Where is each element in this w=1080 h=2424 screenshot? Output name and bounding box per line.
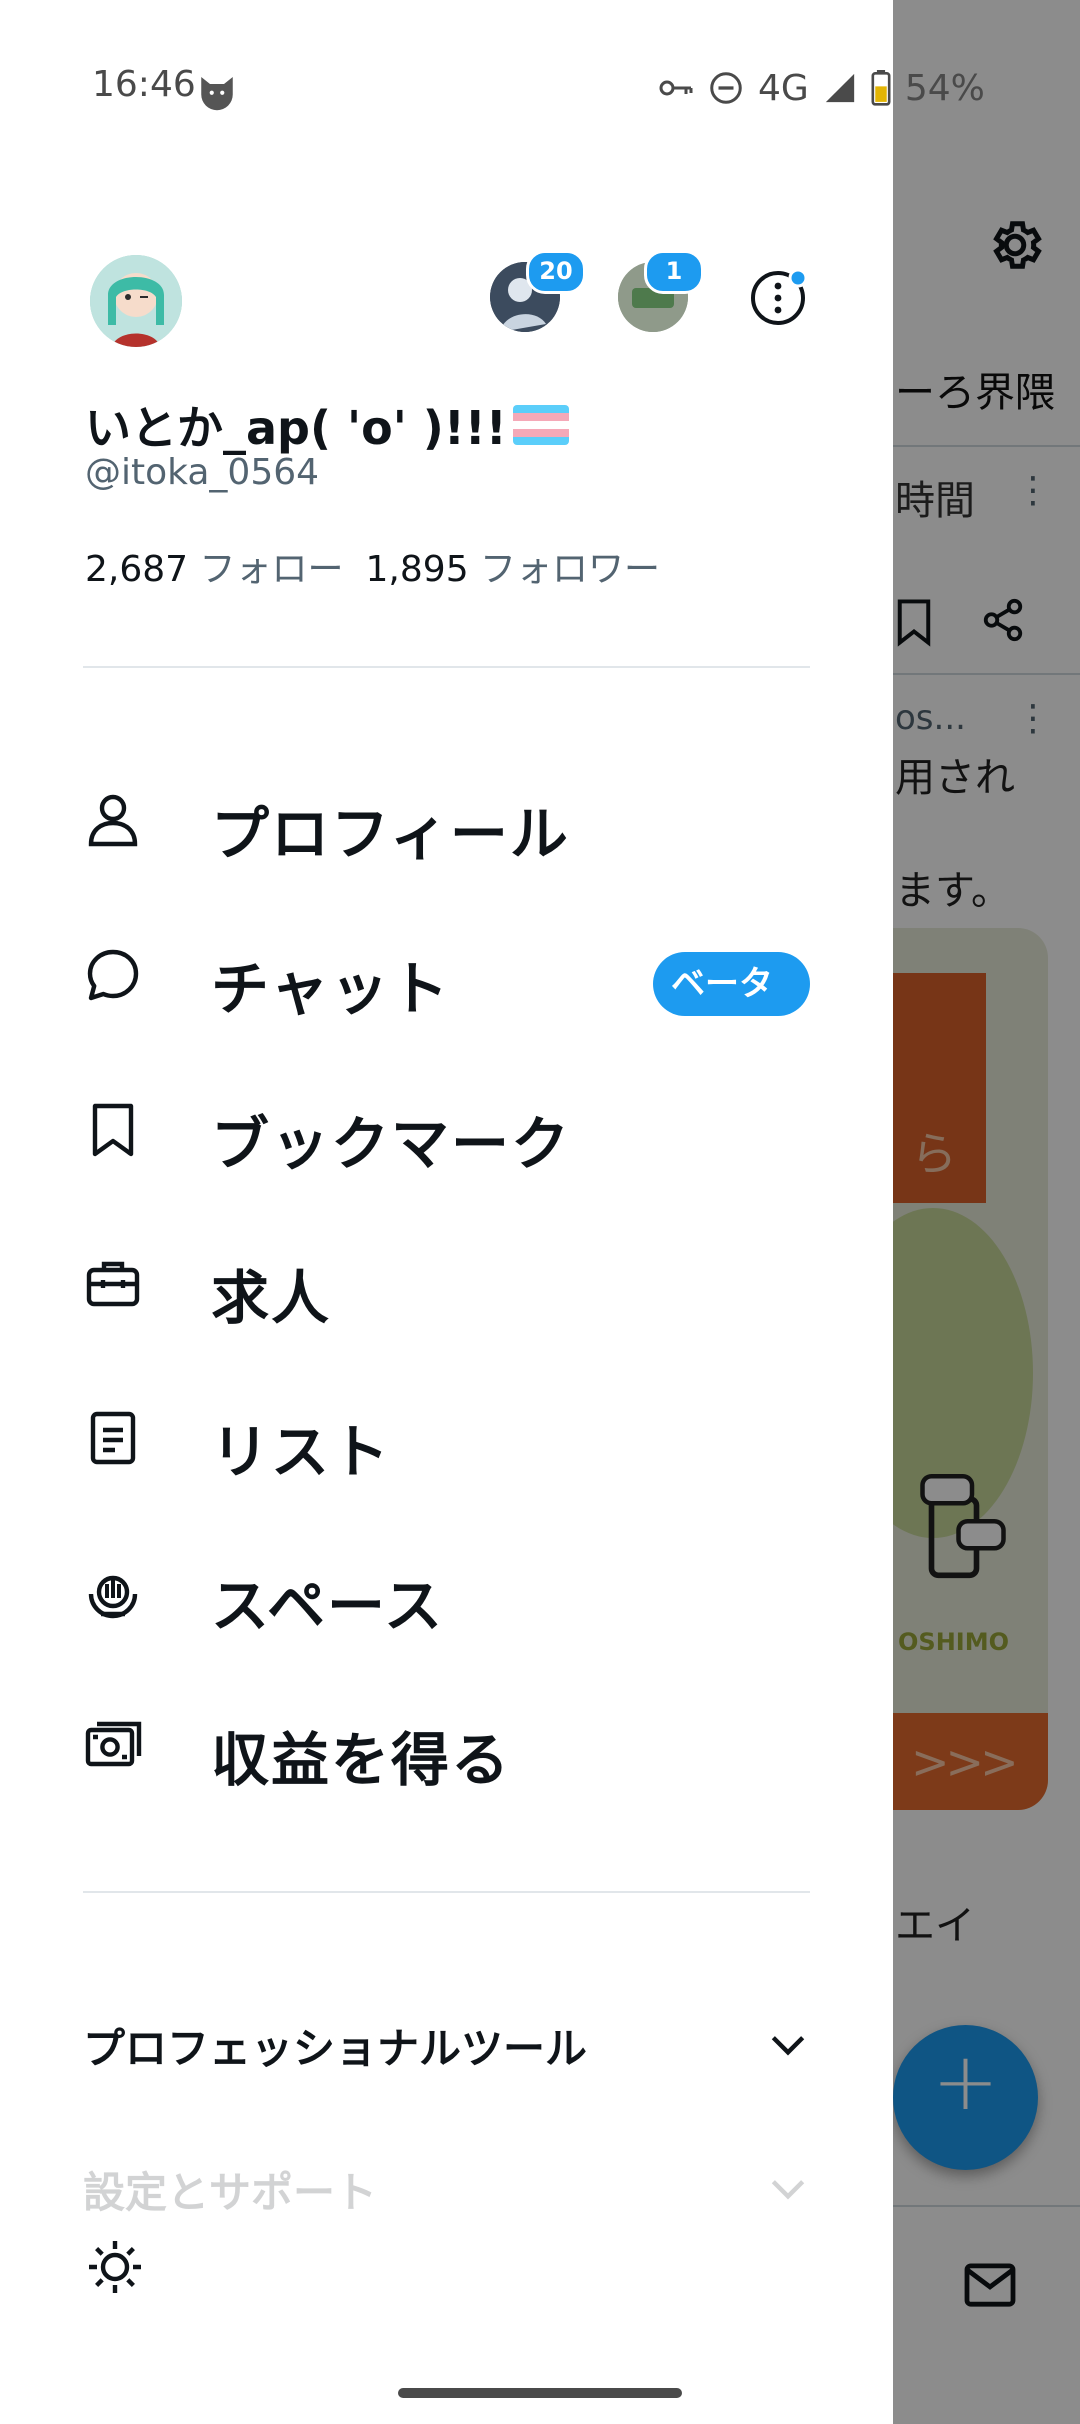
network-type: 4G bbox=[758, 67, 809, 109]
menu-label-lists: リスト bbox=[211, 1418, 392, 1486]
profile-avatar[interactable] bbox=[90, 255, 182, 347]
gesture-home-indicator[interactable] bbox=[398, 2388, 682, 2398]
menu-label-spaces: スペース bbox=[211, 1572, 445, 1640]
spaces-mic-icon bbox=[88, 1575, 138, 1619]
transgender-flag-icon bbox=[512, 405, 569, 445]
chat-bubble-icon bbox=[87, 949, 139, 1001]
account-1-badge: 20 bbox=[526, 250, 586, 294]
menu-label-profile: プロフィール bbox=[211, 800, 570, 868]
status-bar: 16:46 4G 54% bbox=[0, 0, 985, 178]
vpn-key-icon bbox=[659, 80, 693, 96]
menu-divider bbox=[83, 1891, 810, 1893]
follow-stats: 2,687 フォロー 1,895 フォロワー bbox=[85, 540, 660, 592]
menu-item-profile[interactable]: プロフィール bbox=[83, 765, 810, 875]
do-not-disturb-icon bbox=[710, 72, 742, 104]
money-icon bbox=[85, 1721, 142, 1767]
list-document-icon bbox=[90, 1411, 136, 1465]
profile-handle: @itoka_0564 bbox=[85, 452, 320, 493]
menu-item-spaces[interactable]: スペース bbox=[83, 1537, 810, 1647]
cat-notification-icon bbox=[201, 77, 233, 111]
signal-icon bbox=[825, 73, 854, 103]
settings-support-label: 設定とサポート bbox=[83, 2168, 378, 2217]
followers-count: 1,895 bbox=[365, 549, 469, 590]
display-theme-sun-icon[interactable] bbox=[85, 2237, 145, 2297]
display-name-text: いとか_ap( 'o' )!!! bbox=[85, 401, 507, 455]
menu-item-chat[interactable]: チャット ベータ版 bbox=[83, 920, 810, 1068]
following-label: フォロー bbox=[199, 549, 344, 590]
battery-percent: 54% bbox=[904, 67, 985, 109]
briefcase-icon bbox=[86, 1261, 140, 1307]
menu-label-monetization: 収益を得る bbox=[211, 1726, 512, 1794]
menu-label-jobs: 求人 bbox=[211, 1264, 332, 1332]
followers-link[interactable]: 1,895 フォロワー bbox=[366, 549, 661, 590]
settings-support-section[interactable]: 設定とサポート bbox=[83, 2147, 810, 2227]
professional-tools-label: プロフェッショナルツール bbox=[83, 2024, 588, 2073]
more-accounts-icon[interactable] bbox=[748, 268, 808, 328]
menu-item-bookmarks[interactable]: ブックマーク bbox=[83, 1075, 810, 1185]
menu-item-lists[interactable]: リスト bbox=[83, 1383, 810, 1493]
beta-badge: ベータ版 bbox=[653, 952, 810, 1068]
profile-display-name[interactable]: いとか_ap( 'o' )!!! bbox=[85, 392, 569, 458]
menu-label-bookmarks: ブックマーク bbox=[211, 1110, 572, 1178]
account-2-badge: 1 bbox=[644, 250, 704, 294]
bookmark-icon bbox=[92, 1103, 134, 1157]
menu-label-chat: チャット bbox=[211, 955, 451, 1023]
navigation-drawer: 16:46 4G 54% 20 1 いとか_ap( 'o' )!!! @itok… bbox=[0, 0, 985, 2424]
header-divider bbox=[83, 666, 810, 668]
followers-label: フォロワー bbox=[480, 549, 661, 590]
professional-tools-section[interactable]: プロフェッショナルツール bbox=[83, 2003, 810, 2083]
switch-account-avatar-2[interactable]: 1 bbox=[618, 250, 704, 332]
battery-icon bbox=[871, 70, 891, 106]
following-count: 2,687 bbox=[85, 549, 189, 590]
chevron-down-icon bbox=[771, 2036, 805, 2056]
chevron-down-icon bbox=[771, 2180, 805, 2200]
menu-item-jobs[interactable]: 求人 bbox=[83, 1229, 810, 1339]
status-time: 16:46 bbox=[92, 64, 196, 105]
person-icon bbox=[88, 794, 138, 847]
following-link[interactable]: 2,687 フォロー bbox=[85, 549, 344, 590]
switch-account-avatar-1[interactable]: 20 bbox=[490, 250, 586, 332]
menu-item-monetization[interactable]: 収益を得る bbox=[83, 1691, 810, 1801]
